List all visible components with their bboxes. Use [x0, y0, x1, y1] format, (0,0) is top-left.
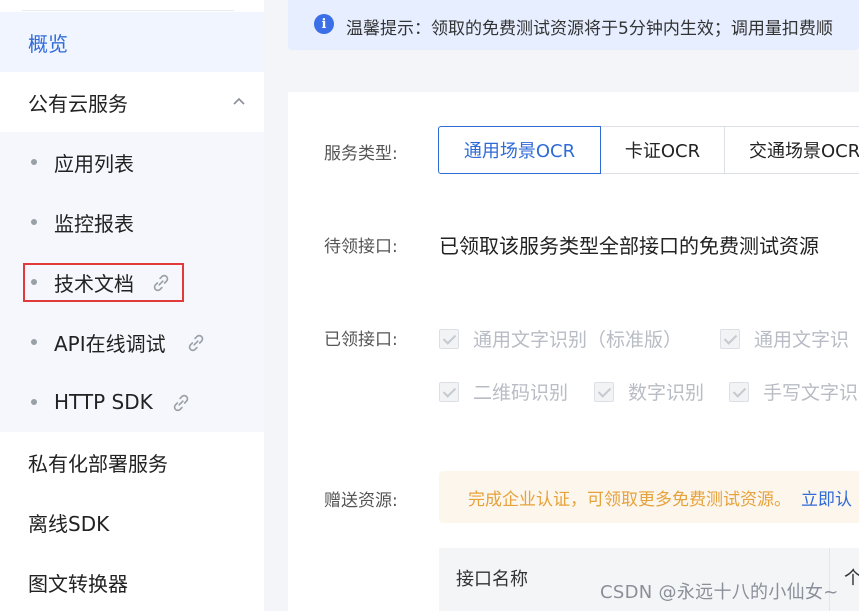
pending-value: 已领取该服务类型全部接口的免费测试资源: [439, 234, 819, 258]
verify-now-link[interactable]: 立即认: [801, 485, 852, 510]
sidebar-item-label: 图文转换器: [28, 571, 128, 596]
claimed-label: 已领接口:: [324, 330, 398, 350]
column-header-api-name: 接口名称: [456, 569, 528, 590]
tab-traffic-ocr[interactable]: 交通场景OCR: [724, 126, 859, 174]
sidebar-item-label: 私有化部署服务: [28, 451, 168, 476]
claimed-checkbox: 数字识别: [594, 378, 704, 405]
sidebar-item-private-deploy[interactable]: 私有化部署服务: [0, 432, 264, 492]
bullet-icon: [31, 159, 37, 165]
external-link-icon: [173, 394, 189, 412]
claimed-checkbox: 通用文字识: [720, 325, 849, 352]
bullet-icon: [31, 399, 37, 405]
checkbox-label: 数字识别: [628, 382, 705, 404]
sidebar-item-app-list[interactable]: 应用列表: [0, 132, 264, 192]
sidebar-item-converter[interactable]: 图文转换器: [0, 552, 264, 611]
sidebar-item-label: 公有云服务: [28, 91, 128, 116]
claimed-checkbox: 二维码识别: [439, 378, 568, 405]
pending-label: 待领接口:: [324, 237, 398, 257]
checkbox-label: 手写文字识: [763, 382, 859, 404]
sidebar-item-api-debug[interactable]: API在线调试: [0, 312, 264, 372]
checkbox-disabled-icon: [720, 328, 740, 349]
sidebar-item-overview[interactable]: 概览: [0, 12, 264, 72]
sidebar-divider: [22, 10, 234, 11]
checkbox-disabled-icon: [439, 328, 459, 349]
external-link-icon: [188, 334, 204, 352]
tab-general-ocr[interactable]: 通用场景OCR: [438, 126, 601, 174]
sidebar: 概览 公有云服务 应用列表 监控报表 技术文档 API在线调试 HTTP SDK…: [0, 0, 264, 611]
bullet-icon: [31, 339, 37, 345]
notice-text: 温馨提示：领取的免费测试资源将于5分钟内生效；调用量扣费顺: [346, 19, 833, 39]
chevron-up-icon[interactable]: [232, 94, 246, 108]
gift-alert: 完成企业认证，可领取更多免费测试资源。 立即认: [439, 471, 859, 523]
sidebar-item-monitor[interactable]: 监控报表: [0, 192, 264, 252]
checkbox-label: 通用文字识别（标准版）: [473, 329, 683, 351]
sidebar-item-http-sdk[interactable]: HTTP SDK: [0, 372, 264, 432]
bullet-icon: [31, 219, 37, 225]
checkbox-disabled-icon: [439, 381, 459, 402]
sidebar-item-label: HTTP SDK: [54, 390, 153, 414]
gift-text: 完成企业认证，可领取更多免费测试资源。: [468, 489, 791, 510]
claimed-checkbox: 通用文字识别（标准版）: [439, 325, 682, 352]
service-type-label: 服务类型:: [324, 144, 398, 164]
sidebar-item-offline-sdk[interactable]: 离线SDK: [0, 492, 264, 552]
checkbox-disabled-icon: [729, 381, 749, 402]
sidebar-group-public-cloud[interactable]: 公有云服务: [0, 72, 264, 132]
tab-card-ocr[interactable]: 卡证OCR: [600, 126, 725, 174]
highlight-annotation-box: [23, 263, 184, 302]
column-header-count: 个: [844, 568, 859, 589]
sidebar-item-label: 监控报表: [54, 211, 134, 236]
sidebar-item-label: 应用列表: [54, 151, 134, 176]
checkbox-label: 二维码识别: [473, 382, 569, 404]
sidebar-item-label: 概览: [28, 31, 68, 56]
info-icon: i: [314, 14, 334, 34]
gift-label: 赠送资源:: [324, 491, 398, 511]
watermark: CSDN @永远十八的小仙女~: [600, 582, 839, 603]
claimed-checkbox: 手写文字识: [729, 378, 858, 405]
checkbox-disabled-icon: [594, 381, 614, 402]
sidebar-item-label: API在线调试: [54, 331, 166, 356]
checkbox-label: 通用文字识: [754, 329, 850, 351]
sidebar-item-label: 离线SDK: [28, 511, 110, 536]
